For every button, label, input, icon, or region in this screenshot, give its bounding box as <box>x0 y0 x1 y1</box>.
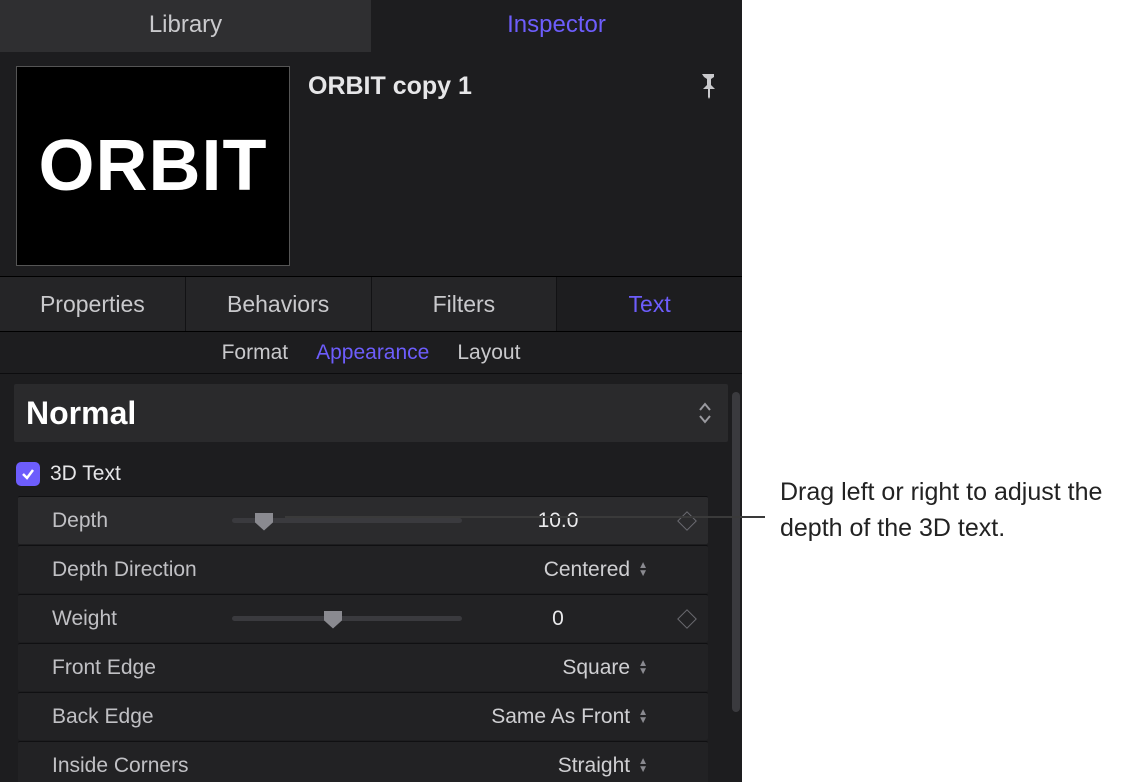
tab-library[interactable]: Library <box>0 0 371 52</box>
param-inside-corners: Inside Corners Straight ▲▼ <box>18 741 708 782</box>
front-edge-label: Front Edge <box>32 656 232 680</box>
front-edge-value: Square <box>562 656 630 680</box>
inside-corners-value: Straight <box>558 754 630 778</box>
checkmark-icon <box>20 466 36 482</box>
depth-slider-thumb[interactable] <box>255 513 273 531</box>
updown-stepper-icon: ▲▼ <box>638 709 648 725</box>
3d-text-checkbox[interactable] <box>16 462 40 486</box>
tab-inspector[interactable]: Inspector <box>371 0 742 52</box>
3d-params-list: Depth 10.0 Depth Direction Centered ▲▼ W… <box>18 496 708 782</box>
inspector-pane-tabs: Properties Behaviors Filters Text <box>0 276 742 332</box>
subtab-appearance[interactable]: Appearance <box>316 341 429 365</box>
param-depth-direction: Depth Direction Centered ▲▼ <box>18 545 708 593</box>
depth-value[interactable]: 10.0 <box>462 509 654 533</box>
weight-label: Weight <box>32 607 232 631</box>
scrollbar[interactable] <box>732 392 740 712</box>
depth-direction-popup[interactable]: Centered ▲▼ <box>232 558 654 582</box>
pin-button[interactable] <box>698 66 726 105</box>
back-edge-value: Same As Front <box>491 705 630 729</box>
depth-direction-value: Centered <box>544 558 630 582</box>
keyframe-diamond-icon[interactable] <box>677 609 697 629</box>
inspector-panel: Library Inspector ORBIT ORBIT copy 1 Pro… <box>0 0 742 782</box>
inside-corners-popup[interactable]: Straight ▲▼ <box>232 754 654 778</box>
param-weight: Weight 0 <box>18 594 708 642</box>
updown-stepper-icon: ▲▼ <box>638 562 648 578</box>
back-edge-label: Back Edge <box>32 705 232 729</box>
tab-behaviors[interactable]: Behaviors <box>186 277 372 331</box>
back-edge-popup[interactable]: Same As Front ▲▼ <box>232 705 654 729</box>
tab-text[interactable]: Text <box>557 277 742 331</box>
3d-text-section: 3D Text Depth 10.0 Depth Direction Cente… <box>0 452 742 782</box>
weight-slider[interactable] <box>232 605 462 633</box>
pin-icon <box>698 72 718 100</box>
depth-label: Depth <box>32 509 232 533</box>
top-tabs: Library Inspector <box>0 0 742 52</box>
updown-stepper-icon: ▲▼ <box>638 758 648 774</box>
inspector-header: ORBIT ORBIT copy 1 <box>0 52 742 276</box>
depth-slider[interactable] <box>232 507 462 535</box>
param-front-edge: Front Edge Square ▲▼ <box>18 643 708 691</box>
depth-direction-label: Depth Direction <box>32 558 232 582</box>
preview-thumbnail[interactable]: ORBIT <box>16 66 290 266</box>
preview-text: ORBIT <box>39 125 268 207</box>
subtab-format[interactable]: Format <box>222 341 289 365</box>
3d-text-label: 3D Text <box>50 462 121 486</box>
updown-stepper-icon: ▲▼ <box>638 660 648 676</box>
text-style-value: Normal <box>26 395 136 432</box>
front-edge-popup[interactable]: Square ▲▼ <box>232 656 654 680</box>
param-back-edge: Back Edge Same As Front ▲▼ <box>18 692 708 740</box>
keyframe-diamond-icon[interactable] <box>677 511 697 531</box>
callout-line <box>285 516 765 518</box>
inside-corners-label: Inside Corners <box>32 754 232 778</box>
subtab-layout[interactable]: Layout <box>457 341 520 365</box>
weight-slider-thumb[interactable] <box>324 611 342 629</box>
3d-text-checkbox-row: 3D Text <box>14 456 728 496</box>
callout-text: Drag left or right to adjust the depth o… <box>780 474 1120 546</box>
text-subtabs: Format Appearance Layout <box>0 332 742 374</box>
param-depth: Depth 10.0 <box>18 496 708 544</box>
tab-filters[interactable]: Filters <box>372 277 558 331</box>
text-style-popup[interactable]: Normal <box>14 384 728 442</box>
updown-stepper-icon <box>698 402 712 424</box>
object-title: ORBIT copy 1 <box>308 66 472 105</box>
tab-properties[interactable]: Properties <box>0 277 186 331</box>
weight-value[interactable]: 0 <box>462 607 654 631</box>
